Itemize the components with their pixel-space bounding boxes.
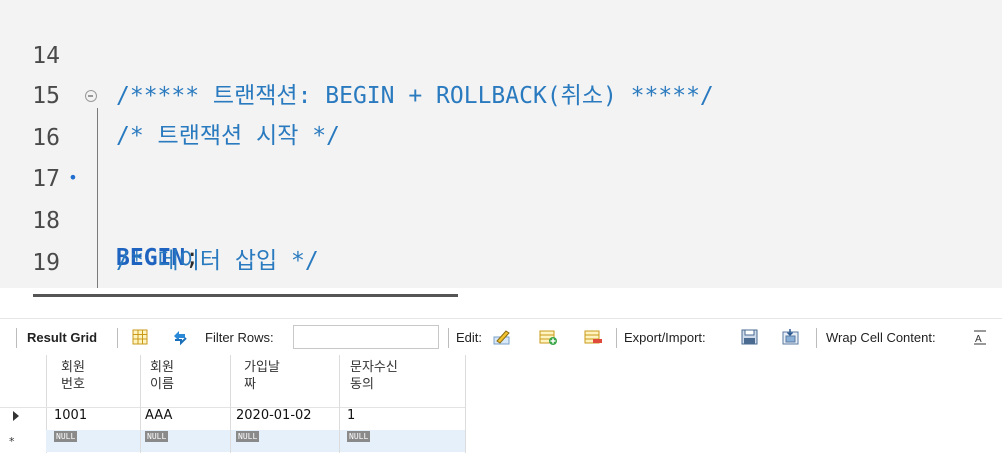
table-cell[interactable]: AAA — [145, 407, 172, 425]
new-row-asterisk-icon: * — [9, 435, 15, 448]
null-cell[interactable]: NULL — [236, 431, 260, 442]
null-cell[interactable]: NULL — [347, 431, 371, 442]
export-icon[interactable] — [740, 328, 760, 346]
horizontal-scrollbar[interactable] — [33, 294, 458, 297]
column-separator[interactable] — [339, 355, 340, 453]
column-header-line1: 회원 — [150, 360, 174, 375]
sql-editor[interactable]: 14 /***** 트랜잭션: BEGIN + ROLLBACK(취소) ***… — [0, 0, 1002, 288]
column-header[interactable]: 가입날 짜 — [244, 355, 280, 399]
filter-rows-label: Filter Rows: — [205, 330, 274, 345]
toolbar-separator — [448, 328, 449, 348]
column-header-line2: 번호 — [61, 377, 85, 392]
toolbar-separator — [16, 328, 17, 348]
null-cell[interactable]: NULL — [54, 431, 78, 442]
editor-line: 14 /***** 트랜잭션: BEGIN + ROLLBACK(취소) ***… — [0, 0, 1002, 109]
table-cell[interactable]: 2020-01-02 — [236, 407, 312, 425]
editor-line: 20 • SELECT * FROM 회원정보; — [0, 245, 1002, 285]
result-toolbar: Result Grid Filter Rows: Edit: Export/Im… — [0, 318, 1002, 356]
refresh-icon[interactable] — [170, 328, 190, 346]
result-grid-tab[interactable]: Result Grid — [27, 319, 97, 356]
wrap-cell-content-label: Wrap Cell Content: — [826, 330, 936, 345]
column-header-line2: 이름 — [150, 377, 174, 392]
column-header-line1: 가입날 — [244, 360, 280, 375]
column-header-line1: 회원 — [61, 360, 85, 375]
editor-line: 15 /* 트랜잭션 시작 */ — [0, 36, 1002, 149]
editor-line: 19 • INSERT INTO 회원정보 VALUES (1001, 'AAA… — [0, 203, 1002, 276]
column-header-line1: 문자수신 — [350, 360, 398, 375]
column-separator[interactable] — [465, 355, 466, 453]
column-separator[interactable] — [140, 355, 141, 453]
result-grid[interactable]: 회원 번호 회원 이름 가입날 짜 문자수신 동의 1001 AAA 2020-… — [0, 355, 1002, 458]
table-cell[interactable]: 1 — [347, 407, 355, 425]
grid-view-icon[interactable] — [130, 328, 150, 346]
column-header[interactable]: 회원 번호 — [61, 355, 85, 399]
column-header-line2: 동의 — [350, 377, 374, 392]
delete-row-icon[interactable] — [583, 328, 603, 346]
wrap-cell-icon[interactable]: A — [972, 328, 988, 346]
edit-pencil-icon[interactable] — [492, 328, 512, 346]
column-separator[interactable] — [230, 355, 231, 453]
toolbar-separator — [117, 328, 118, 348]
import-icon[interactable] — [781, 328, 801, 346]
toolbar-separator — [816, 328, 817, 348]
column-header[interactable]: 문자수신 동의 — [350, 355, 398, 399]
edit-label: Edit: — [456, 330, 483, 345]
export-import-label: Export/Import: — [624, 330, 706, 345]
filter-rows-input[interactable] — [293, 325, 439, 349]
column-header[interactable]: 회원 이름 — [150, 355, 174, 399]
current-row-icon — [13, 411, 19, 421]
add-row-icon[interactable] — [538, 328, 558, 346]
column-header-line2: 짜 — [244, 377, 256, 392]
row-header-column — [0, 355, 47, 453]
svg-text:A: A — [975, 334, 982, 345]
editor-line: 18 /* 데이터 삽입 */ — [0, 161, 1002, 274]
fold-collapse-icon[interactable] — [85, 90, 97, 102]
null-cell[interactable]: NULL — [145, 431, 169, 442]
toolbar-separator — [616, 328, 617, 348]
editor-line: 17 — [0, 119, 1002, 192]
table-cell[interactable]: 1001 — [54, 407, 87, 425]
editor-line: 16 • BEGIN; — [0, 78, 1002, 271]
line-number: 20 — [0, 285, 60, 288]
